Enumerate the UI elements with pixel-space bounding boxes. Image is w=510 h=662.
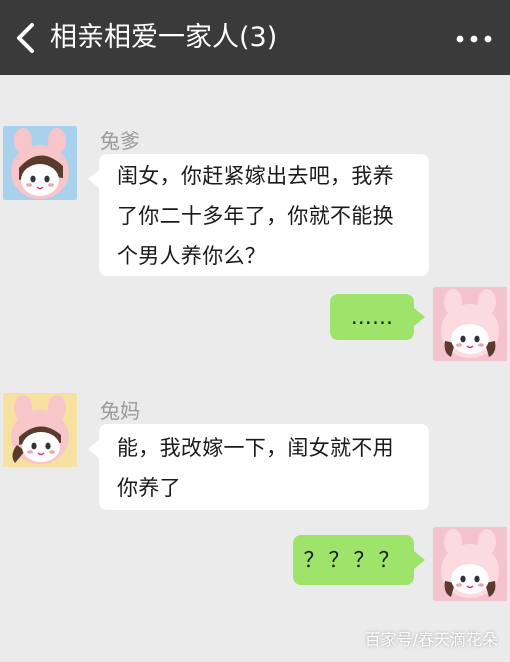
message-bubble-mom[interactable]: 能，我改嫁一下，闺女就不用 你养了 bbox=[99, 424, 429, 510]
message-line: ？？？？ bbox=[303, 548, 404, 572]
message-line: …… bbox=[350, 305, 394, 329]
message-line: 能，我改嫁一下，闺女就不用 bbox=[117, 436, 394, 460]
message-line: 闺女，你赶紧嫁出去吧，我养 bbox=[117, 164, 394, 188]
message-bubble-self[interactable]: …… bbox=[330, 294, 414, 340]
chevron-left-icon[interactable] bbox=[12, 22, 40, 54]
sender-name-mom: 兔妈 bbox=[100, 399, 140, 423]
sender-name-dad: 兔爹 bbox=[100, 129, 140, 153]
bubble-tail bbox=[414, 551, 425, 569]
bubble-tail bbox=[88, 170, 99, 188]
ellipsis-icon[interactable] bbox=[454, 28, 494, 50]
message-line: 了你二十多年了，你就不能换 bbox=[117, 204, 394, 228]
chat-title: 相亲相爱一家人(3) bbox=[50, 22, 278, 53]
avatar-dad[interactable] bbox=[3, 126, 77, 200]
avatar-mom[interactable] bbox=[3, 393, 77, 467]
message-bubble-dad[interactable]: 闺女，你赶紧嫁出去吧，我养 了你二十多年了，你就不能换 个男人养你么？ bbox=[99, 154, 429, 276]
bubble-tail bbox=[414, 308, 425, 326]
message-line: 个男人养你么？ bbox=[117, 244, 267, 268]
bubble-tail bbox=[88, 440, 99, 458]
message-bubble-self[interactable]: ？？？？ bbox=[293, 535, 414, 585]
avatar-self[interactable] bbox=[433, 287, 507, 361]
chat-header: 相亲相爱一家人(3) bbox=[0, 0, 510, 75]
watermark: 百家号/春天滴花朵 bbox=[364, 630, 498, 649]
avatar-self[interactable] bbox=[433, 527, 507, 601]
message-line: 你养了 bbox=[117, 476, 181, 500]
